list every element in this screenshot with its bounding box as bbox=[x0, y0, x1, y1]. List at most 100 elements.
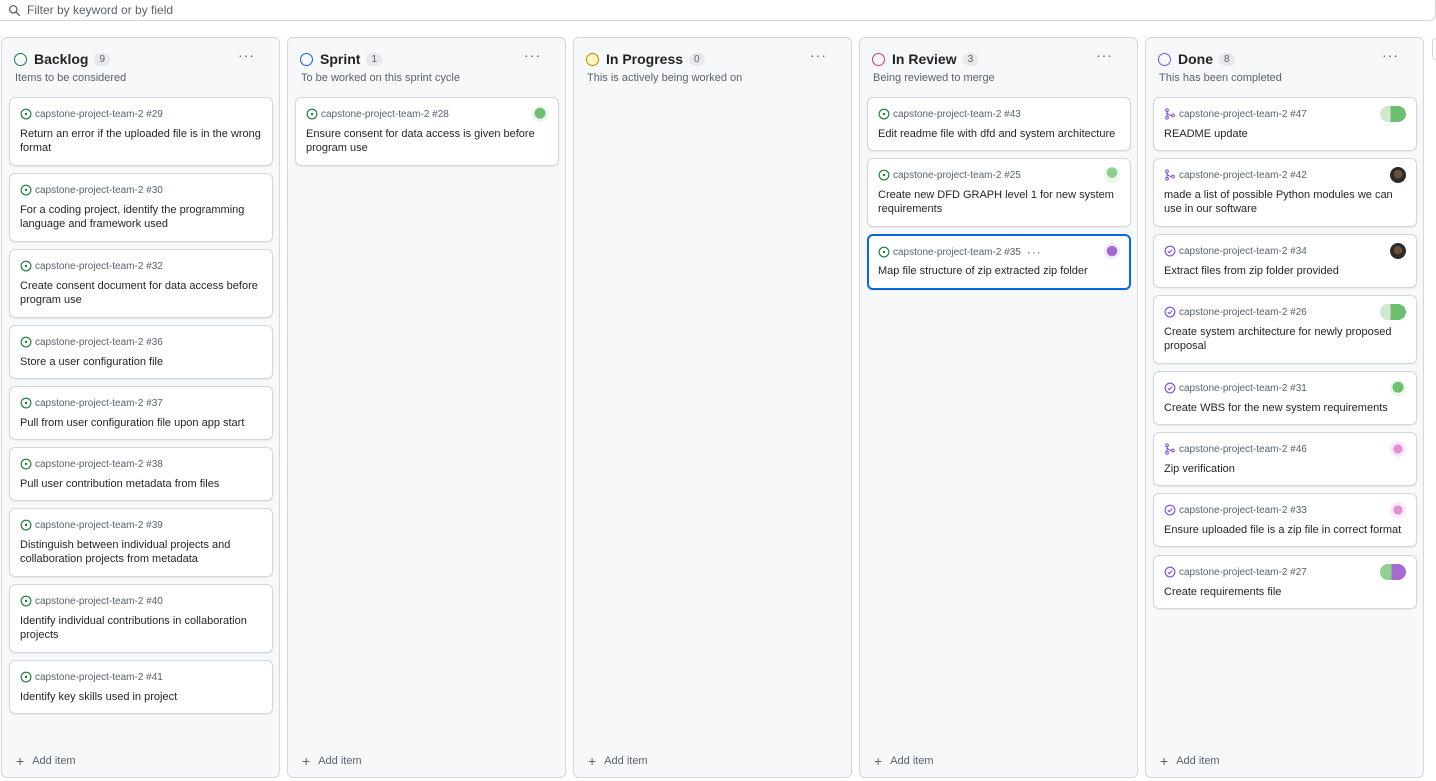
card-ref-text[interactable]: capstone-project-team-2 #35 bbox=[893, 247, 1021, 258]
card[interactable]: capstone-project-team-2 #40 Identify ind… bbox=[9, 584, 273, 653]
card-ref-text[interactable]: capstone-project-team-2 #30 bbox=[35, 185, 163, 196]
card[interactable]: capstone-project-team-2 #36 Store a user… bbox=[9, 325, 273, 379]
card-ref-text[interactable]: capstone-project-team-2 #32 bbox=[35, 261, 163, 272]
column-menu-button[interactable]: ··· bbox=[238, 47, 255, 63]
card-title[interactable]: For a coding project, identify the progr… bbox=[20, 203, 262, 231]
card-ref-text[interactable]: capstone-project-team-2 #29 bbox=[35, 109, 163, 120]
column-count: 3 bbox=[962, 53, 979, 66]
avatar[interactable] bbox=[532, 106, 548, 122]
card-title[interactable]: Pull user contribution metadata from fil… bbox=[20, 477, 262, 491]
card-ref-text[interactable]: capstone-project-team-2 #27 bbox=[1179, 567, 1307, 578]
card-ref-text[interactable]: capstone-project-team-2 #26 bbox=[1179, 307, 1307, 318]
card-ref-text[interactable]: capstone-project-team-2 #36 bbox=[35, 337, 163, 348]
card-title[interactable]: Identify individual contributions in col… bbox=[20, 614, 262, 642]
card-ref-text[interactable]: capstone-project-team-2 #42 bbox=[1179, 170, 1307, 181]
card[interactable]: capstone-project-team-2 #46 Zip verifica… bbox=[1153, 432, 1417, 486]
column-menu-button[interactable]: ··· bbox=[1096, 47, 1113, 63]
card[interactable]: capstone-project-team-2 #37 Pull from us… bbox=[9, 386, 273, 440]
avatar[interactable] bbox=[1104, 167, 1120, 183]
column-in-progress: In Progress 0 ··· This is actively being … bbox=[573, 37, 852, 778]
card-title[interactable]: Create system architecture for newly pro… bbox=[1164, 325, 1406, 353]
open-issue-icon bbox=[878, 169, 890, 181]
column-menu-button[interactable]: ··· bbox=[524, 47, 541, 63]
card[interactable]: capstone-project-team-2 #42 made a list … bbox=[1153, 158, 1417, 227]
card-title[interactable]: Zip verification bbox=[1164, 462, 1406, 476]
card-title[interactable]: Pull from user configuration file upon a… bbox=[20, 416, 262, 430]
card-ref-text[interactable]: capstone-project-team-2 #31 bbox=[1179, 383, 1307, 394]
plus-icon: + bbox=[588, 753, 597, 769]
card-menu-button[interactable]: ··· bbox=[1027, 245, 1042, 259]
card-title[interactable]: Map file structure of zip extracted zip … bbox=[878, 264, 1119, 278]
card-ref-text[interactable]: capstone-project-team-2 #33 bbox=[1179, 505, 1307, 516]
card-ref-text[interactable]: capstone-project-team-2 #37 bbox=[35, 398, 163, 409]
card-title[interactable]: Extract files from zip folder provided bbox=[1164, 264, 1406, 278]
card-ref-text[interactable]: capstone-project-team-2 #38 bbox=[35, 459, 163, 470]
card[interactable]: capstone-project-team-2 #30 For a coding… bbox=[9, 173, 273, 242]
card[interactable]: capstone-project-team-2 #31 Create WBS f… bbox=[1153, 371, 1417, 425]
card[interactable]: capstone-project-team-2 #25 Create new D… bbox=[867, 158, 1131, 227]
avatar[interactable] bbox=[1390, 441, 1406, 457]
card-ref-text[interactable]: capstone-project-team-2 #25 bbox=[893, 170, 1021, 181]
card[interactable]: capstone-project-team-2 #39 Distinguish … bbox=[9, 508, 273, 577]
card-ref-text[interactable]: capstone-project-team-2 #39 bbox=[35, 520, 163, 531]
card-ref-text[interactable]: capstone-project-team-2 #40 bbox=[35, 596, 163, 607]
avatar[interactable] bbox=[1390, 243, 1406, 259]
card-title[interactable]: Distinguish between individual projects … bbox=[20, 538, 262, 566]
avatar-group[interactable] bbox=[1380, 564, 1406, 580]
avatar[interactable] bbox=[1390, 380, 1406, 396]
card-title[interactable]: Create requirements file bbox=[1164, 585, 1406, 599]
search-icon bbox=[8, 4, 21, 16]
card-ref: capstone-project-team-2 #38 bbox=[20, 458, 163, 470]
add-item-button[interactable]: + Add item bbox=[588, 753, 648, 769]
card-title[interactable]: Create new DFD GRAPH level 1 for new sys… bbox=[878, 188, 1120, 216]
avatar[interactable] bbox=[1104, 243, 1120, 259]
filter-input[interactable] bbox=[27, 3, 627, 17]
card[interactable]: capstone-project-team-2 #41 Identify key… bbox=[9, 660, 273, 714]
card[interactable]: capstone-project-team-2 #26 Create syste… bbox=[1153, 295, 1417, 364]
card-title[interactable]: README update bbox=[1164, 127, 1406, 141]
card-ref-text[interactable]: capstone-project-team-2 #46 bbox=[1179, 444, 1307, 455]
status-circle-icon bbox=[872, 53, 885, 66]
card-title[interactable]: Create WBS for the new system requiremen… bbox=[1164, 401, 1406, 415]
card-title[interactable]: Identify key skills used in project bbox=[20, 690, 262, 704]
add-item-label: Add item bbox=[604, 755, 648, 767]
card[interactable]: capstone-project-team-2 #38 Pull user co… bbox=[9, 447, 273, 501]
card-ref-text[interactable]: capstone-project-team-2 #28 bbox=[321, 109, 449, 120]
card[interactable]: capstone-project-team-2 #32 Create conse… bbox=[9, 249, 273, 318]
card[interactable]: capstone-project-team-2 #28 Ensure conse… bbox=[295, 97, 559, 166]
card-title[interactable]: Store a user configuration file bbox=[20, 355, 262, 369]
card[interactable]: capstone-project-team-2 #29 Return an er… bbox=[9, 97, 273, 166]
avatar-group[interactable] bbox=[1380, 106, 1406, 122]
card[interactable]: capstone-project-team-2 #47 README updat… bbox=[1153, 97, 1417, 151]
column-menu-button[interactable]: ··· bbox=[1382, 47, 1399, 63]
card-ref-text[interactable]: capstone-project-team-2 #43 bbox=[893, 109, 1021, 120]
card-title[interactable]: Edit readme file with dfd and system arc… bbox=[878, 127, 1120, 141]
card[interactable]: capstone-project-team-2 #33 Ensure uploa… bbox=[1153, 493, 1417, 547]
add-item-button[interactable]: + Add item bbox=[302, 753, 362, 769]
add-item-button[interactable]: + Add item bbox=[16, 753, 76, 769]
card-title[interactable]: Ensure uploaded file is a zip file in co… bbox=[1164, 523, 1406, 537]
add-item-button[interactable]: + Add item bbox=[874, 753, 934, 769]
column-menu-button[interactable]: ··· bbox=[810, 47, 827, 63]
avatar-group[interactable] bbox=[1380, 304, 1406, 320]
card[interactable]: capstone-project-team-2 #43 Edit readme … bbox=[867, 97, 1131, 151]
avatar[interactable] bbox=[1390, 502, 1406, 518]
card-ref-text[interactable]: capstone-project-team-2 #41 bbox=[35, 672, 163, 683]
card-ref-text[interactable]: capstone-project-team-2 #34 bbox=[1179, 246, 1307, 257]
card[interactable]: capstone-project-team-2 #35 ··· Map file … bbox=[867, 234, 1131, 290]
card-ref-text[interactable]: capstone-project-team-2 #47 bbox=[1179, 109, 1307, 120]
column-done: Done 8 ··· This has been completed capsto… bbox=[1145, 37, 1424, 778]
card-title[interactable]: Create consent document for data access … bbox=[20, 279, 262, 307]
add-item-button[interactable]: + Add item bbox=[1160, 753, 1220, 769]
card[interactable]: capstone-project-team-2 #34 Extract file… bbox=[1153, 234, 1417, 288]
column-title: Sprint 1 bbox=[320, 51, 383, 67]
avatar[interactable] bbox=[1390, 167, 1406, 183]
card-title[interactable]: Ensure consent for data access is given … bbox=[306, 127, 548, 155]
card-title[interactable]: made a list of possible Python modules w… bbox=[1164, 188, 1406, 216]
card-ref: capstone-project-team-2 #35 ··· bbox=[878, 245, 1042, 259]
card-title[interactable]: Return an error if the uploaded file is … bbox=[20, 127, 262, 155]
card[interactable]: capstone-project-team-2 #27 Create requi… bbox=[1153, 555, 1417, 609]
plus-icon: + bbox=[1160, 753, 1169, 769]
add-column-button[interactable] bbox=[1432, 38, 1436, 60]
merged-pr-icon bbox=[1165, 169, 1175, 181]
